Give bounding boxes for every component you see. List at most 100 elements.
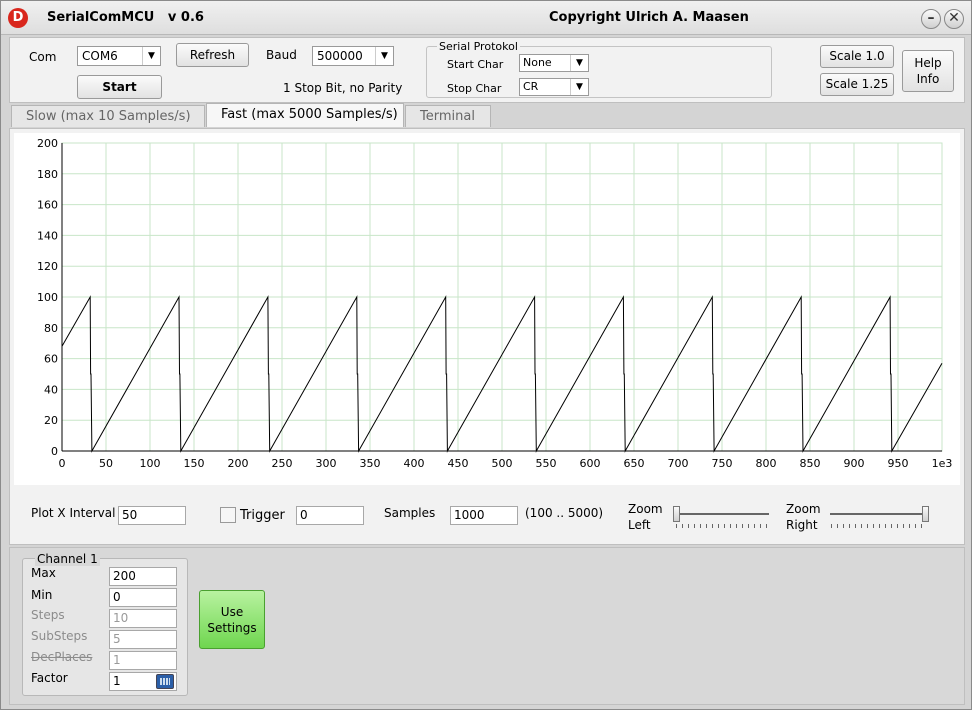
- refresh-button[interactable]: Refresh: [176, 43, 249, 67]
- close-button[interactable]: ✕: [944, 9, 964, 29]
- x-tick-label: 400: [404, 457, 425, 470]
- samples-input[interactable]: 1000: [450, 506, 518, 525]
- baud-value: 500000: [317, 49, 363, 63]
- chevron-down-icon: ▼: [142, 47, 160, 65]
- plot-x-interval-label: Plot X Interval: [31, 506, 116, 520]
- scale-1-0-button[interactable]: Scale 1.0: [820, 45, 894, 68]
- tab-terminal[interactable]: Terminal: [405, 105, 491, 127]
- trigger-input[interactable]: 0: [296, 506, 364, 525]
- zoom-right-slider[interactable]: [828, 505, 930, 529]
- y-tick-label: 60: [44, 353, 58, 366]
- x-tick-label: 350: [360, 457, 381, 470]
- x-tick-label: 700: [668, 457, 689, 470]
- stop-char-label: Stop Char: [447, 82, 502, 95]
- x-tick-suffix: 1e3: [932, 457, 953, 470]
- decplaces-input: 1: [109, 651, 177, 670]
- x-tick-label: 900: [844, 457, 865, 470]
- start-char-value: None: [523, 56, 552, 69]
- x-tick-label: 450: [448, 457, 469, 470]
- mode-tabs: Slow (max 10 Samples/s) Fast (max 5000 S…: [9, 103, 965, 129]
- com-select[interactable]: COM6 ▼: [77, 46, 161, 66]
- x-tick-label: 850: [800, 457, 821, 470]
- x-tick-label: 500: [492, 457, 513, 470]
- x-tick-label: 800: [756, 457, 777, 470]
- x-tick-label: 250: [272, 457, 293, 470]
- minimize-button[interactable]: –: [921, 9, 941, 29]
- serial-protokol-title: Serial Protokol: [437, 40, 520, 53]
- window-title: SerialComMCU v 0.6: [47, 10, 204, 25]
- plot-x-interval-input[interactable]: 50: [118, 506, 186, 525]
- x-tick-label: 300: [316, 457, 337, 470]
- samples-range-text: (100 .. 5000): [525, 506, 604, 520]
- x-tick-label: 600: [580, 457, 601, 470]
- channel-1-title: Channel 1: [35, 552, 100, 566]
- copyright-text: Copyright Ulrich A. Maasen: [549, 10, 749, 25]
- zoom-left-slider[interactable]: [673, 505, 771, 529]
- x-tick-label: 100: [140, 457, 161, 470]
- zoom-right-thumb[interactable]: [922, 506, 929, 522]
- zoom-right-track: [830, 513, 928, 515]
- steps-input: 10: [109, 609, 177, 628]
- y-tick-label: 40: [44, 383, 58, 396]
- start-button[interactable]: Start: [77, 75, 162, 99]
- tab-fast[interactable]: Fast (max 5000 Samples/s): [206, 103, 404, 127]
- y-tick-label: 140: [37, 229, 58, 242]
- x-tick-label: 0: [59, 457, 66, 470]
- com-value: COM6: [82, 49, 118, 63]
- substeps-label: SubSteps: [31, 629, 88, 643]
- max-input[interactable]: 200: [109, 567, 177, 586]
- main-window: D SerialComMCU v 0.6 Copyright Ulrich A.…: [0, 0, 972, 710]
- y-tick-label: 160: [37, 199, 58, 212]
- fast-plot-panel: 0 20 40 60 80 100 120 140 160 180 200 0 50 100 150 200 2…: [9, 128, 965, 545]
- min-label: Min: [31, 588, 53, 602]
- com-label: Com: [29, 50, 57, 64]
- stop-bit-info: 1 Stop Bit, no Parity: [283, 81, 403, 95]
- zoom-left-ticks: [676, 524, 768, 528]
- trigger-label: Trigger: [240, 508, 285, 523]
- max-label: Max: [31, 566, 56, 580]
- samples-label: Samples: [384, 506, 436, 520]
- plot-background: 0 20 40 60 80 100 120 140 160 180 200 0 50 100 150 200 2…: [14, 133, 960, 485]
- chevron-down-icon: ▼: [570, 55, 588, 71]
- channel-settings-panel: Channel 1 Max 200 Min 0 Steps 10 SubStep…: [9, 547, 965, 705]
- baud-select[interactable]: 500000 ▼: [312, 46, 394, 66]
- trigger-checkbox[interactable]: [220, 507, 236, 523]
- zoom-left-thumb[interactable]: [673, 506, 680, 522]
- calculator-icon[interactable]: [156, 674, 174, 689]
- stop-char-select[interactable]: CR ▼: [519, 78, 589, 96]
- start-char-label: Start Char: [447, 58, 504, 71]
- scale-1-25-button[interactable]: Scale 1.25: [820, 73, 894, 96]
- x-tick-label: 50: [99, 457, 113, 470]
- start-char-select[interactable]: None ▼: [519, 54, 589, 72]
- steps-label: Steps: [31, 608, 65, 622]
- app-logo-icon: D: [8, 8, 28, 28]
- min-input[interactable]: 0: [109, 588, 177, 607]
- serial-protokol-group: Serial Protokol Start Char None ▼ Stop C…: [426, 40, 772, 98]
- use-settings-button[interactable]: Use Settings: [199, 590, 265, 649]
- chevron-down-icon: ▼: [570, 79, 588, 95]
- zoom-right-ticks: [831, 524, 927, 528]
- tab-slow[interactable]: Slow (max 10 Samples/s): [11, 105, 205, 127]
- y-tick-label: 120: [37, 260, 58, 273]
- channel-1-group: Channel 1 Max 200 Min 0 Steps 10 SubStep…: [22, 552, 188, 696]
- factor-value: 1: [113, 674, 121, 688]
- help-info-button[interactable]: Help Info: [902, 50, 954, 92]
- waveform-chart[interactable]: 0 20 40 60 80 100 120 140 160 180 200 0 50 100 150 200 2…: [14, 133, 960, 485]
- substeps-input: 5: [109, 630, 177, 649]
- y-tick-label: 20: [44, 414, 58, 427]
- decplaces-label: DecPlaces: [31, 650, 93, 664]
- baud-label: Baud: [266, 48, 297, 62]
- factor-input[interactable]: 1: [109, 672, 177, 691]
- title-bar: D SerialComMCU v 0.6 Copyright Ulrich A.…: [1, 1, 971, 35]
- y-tick-label: 0: [51, 445, 58, 458]
- chevron-down-icon: ▼: [375, 47, 393, 65]
- y-tick-label: 180: [37, 168, 58, 181]
- stop-char-value: CR: [523, 80, 539, 93]
- x-tick-label: 550: [536, 457, 557, 470]
- zoom-left-track: [675, 513, 769, 515]
- zoom-left-label: Zoom Left: [628, 502, 663, 532]
- x-tick-label: 750: [712, 457, 733, 470]
- connection-panel: Com COM6 ▼ Refresh Start Baud 500000 ▼ 1…: [9, 37, 965, 103]
- y-tick-label: 200: [37, 137, 58, 150]
- x-tick-label: 650: [624, 457, 645, 470]
